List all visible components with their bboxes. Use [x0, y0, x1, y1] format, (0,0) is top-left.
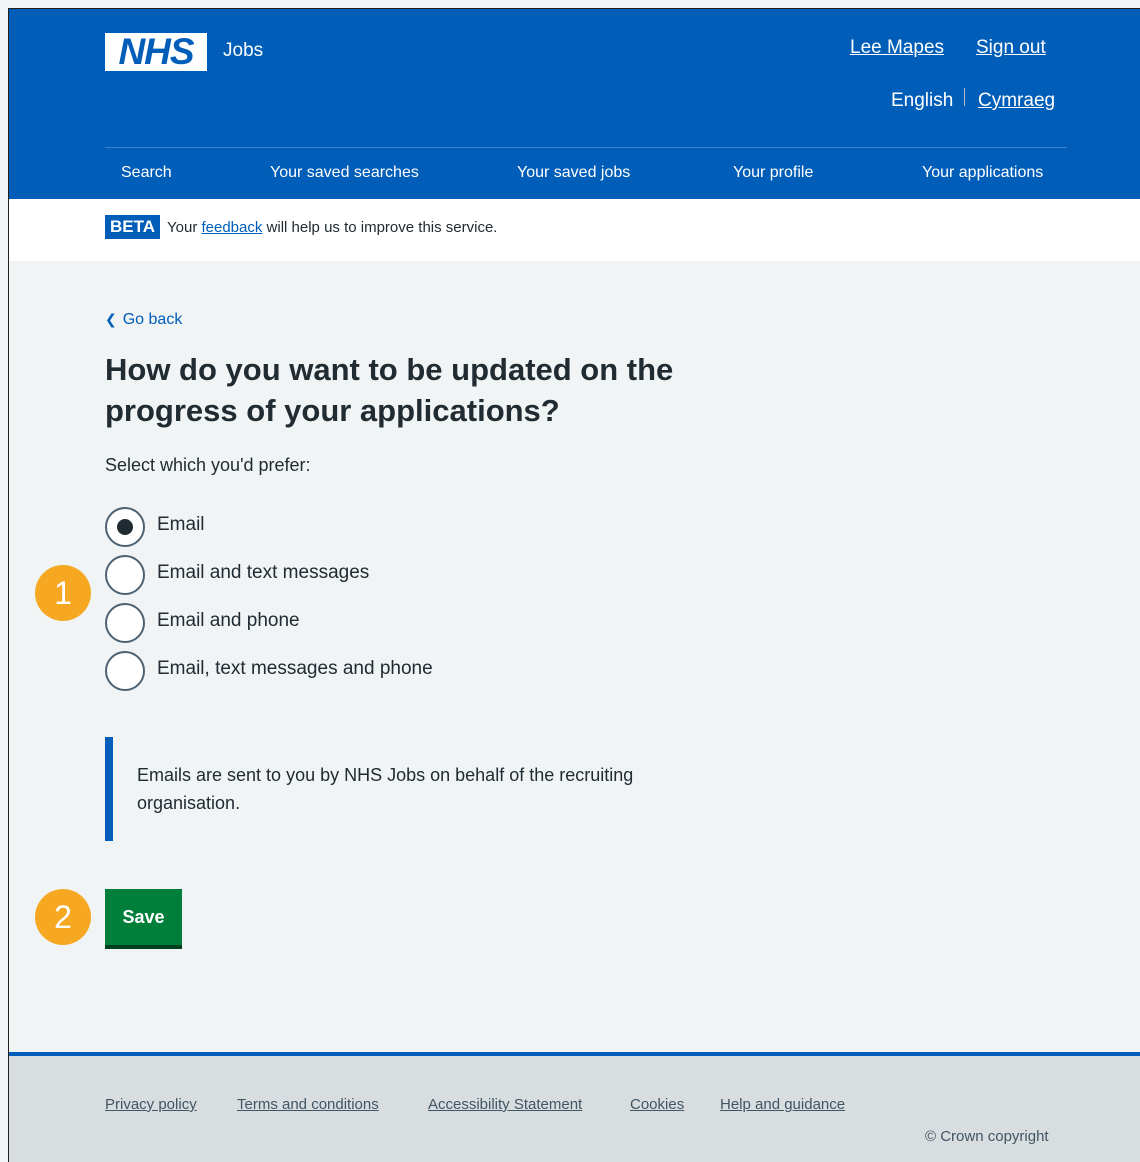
- page-title: How do you want to be updated on the pro…: [105, 352, 674, 428]
- language-cymraeg-link[interactable]: Cymraeg: [978, 90, 1055, 112]
- nav-item-saved-jobs[interactable]: Your saved jobs: [517, 164, 630, 182]
- back-link[interactable]: ❮ Go back: [105, 311, 182, 329]
- radio-option-email-text[interactable]: Email and text messages: [105, 555, 605, 595]
- language-current: English: [891, 90, 954, 111]
- radio-button-checked[interactable]: [105, 507, 145, 547]
- radio-label[interactable]: Email, text messages and phone: [157, 658, 433, 680]
- radio-button[interactable]: [105, 555, 145, 595]
- radio-option-email-phone[interactable]: Email and phone: [105, 603, 605, 643]
- radio-button[interactable]: [105, 603, 145, 643]
- radio-label[interactable]: Email: [157, 514, 205, 536]
- step-2-badge: 2: [35, 889, 91, 945]
- radio-option-email[interactable]: Email: [105, 507, 605, 547]
- page-frame: NHS Jobs Lee Mapes Sign out English Cymr…: [8, 8, 1140, 1162]
- nav-item-search[interactable]: Search: [121, 164, 172, 182]
- service-name[interactable]: Jobs: [223, 40, 263, 62]
- nav-divider: [105, 147, 1067, 148]
- inset-text: Emails are sent to you by NHS Jobs on be…: [105, 737, 725, 841]
- radio-selected-dot: [117, 519, 133, 535]
- step-1-badge: 1: [35, 565, 91, 621]
- inset-text-content: Emails are sent to you by NHS Jobs on be…: [137, 765, 634, 813]
- footer-link-privacy[interactable]: Privacy policy: [105, 1096, 197, 1113]
- beta-banner: BETA Your feedback will help us to impro…: [9, 199, 1140, 261]
- beta-tag: BETA: [105, 215, 161, 239]
- radio-label[interactable]: Email and text messages: [157, 562, 369, 584]
- nav-item-profile[interactable]: Your profile: [733, 164, 813, 182]
- nav-item-applications[interactable]: Your applications: [922, 164, 1043, 182]
- nhs-logo[interactable]: NHS: [105, 33, 207, 71]
- feedback-link[interactable]: feedback: [201, 219, 262, 236]
- nav-item-saved-searches[interactable]: Your saved searches: [270, 164, 419, 182]
- sign-out-link[interactable]: Sign out: [976, 37, 1046, 59]
- copyright-text: © Crown copyright: [925, 1128, 1049, 1145]
- footer-link-help[interactable]: Help and guidance: [720, 1096, 845, 1113]
- site-header: NHS Jobs Lee Mapes Sign out English Cymr…: [9, 9, 1140, 199]
- footer-link-cookies[interactable]: Cookies: [630, 1096, 684, 1113]
- radio-button[interactable]: [105, 651, 145, 691]
- footer-link-terms[interactable]: Terms and conditions: [237, 1096, 379, 1113]
- site-footer: Privacy policy Terms and conditions Acce…: [9, 1052, 1140, 1162]
- radio-label[interactable]: Email and phone: [157, 610, 300, 632]
- save-button[interactable]: Save: [105, 889, 182, 945]
- beta-text: Your feedback will help us to improve th…: [167, 219, 498, 236]
- question-hint: Select which you'd prefer:: [105, 455, 311, 475]
- chevron-left-icon: ❮: [105, 311, 117, 327]
- language-divider: [964, 88, 965, 106]
- user-account-link[interactable]: Lee Mapes: [850, 37, 944, 59]
- footer-link-accessibility[interactable]: Accessibility Statement: [428, 1096, 582, 1113]
- radio-option-email-text-phone[interactable]: Email, text messages and phone: [105, 651, 605, 691]
